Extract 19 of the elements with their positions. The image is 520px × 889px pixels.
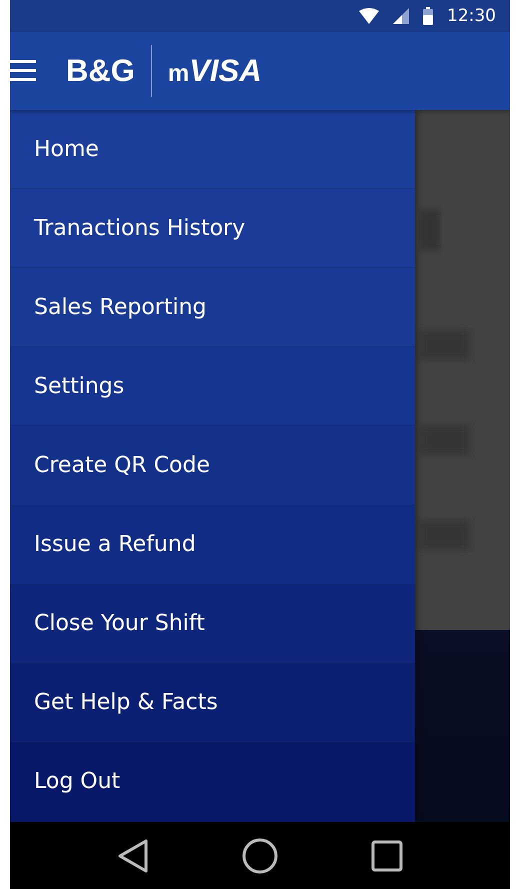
- status-time: 12:30: [447, 6, 496, 26]
- drawer-item[interactable]: Tranactions History: [10, 189, 415, 268]
- recents-icon[interactable]: [371, 840, 404, 872]
- drawer-item[interactable]: Sales Reporting: [10, 268, 415, 348]
- drawer-item[interactable]: Log Out: [10, 742, 415, 822]
- drawer-item[interactable]: Create QR Code: [10, 426, 415, 506]
- drawer-item[interactable]: Get Help & Facts: [10, 664, 415, 743]
- signal-icon: [393, 8, 409, 24]
- back-icon[interactable]: [116, 838, 149, 872]
- brand-logo: B&G: [66, 53, 135, 89]
- drawer-item[interactable]: Close Your Shift: [10, 584, 415, 664]
- battery-icon: [423, 7, 433, 25]
- menu-icon[interactable]: [10, 58, 38, 84]
- product-logo: mVISA: [168, 53, 262, 89]
- drawer-item[interactable]: Settings: [10, 347, 415, 426]
- drawer-item[interactable]: Home: [10, 110, 415, 190]
- wifi-icon: [359, 8, 379, 24]
- drawer-item[interactable]: Issue a Refund: [10, 506, 415, 585]
- home-icon[interactable]: [242, 838, 278, 874]
